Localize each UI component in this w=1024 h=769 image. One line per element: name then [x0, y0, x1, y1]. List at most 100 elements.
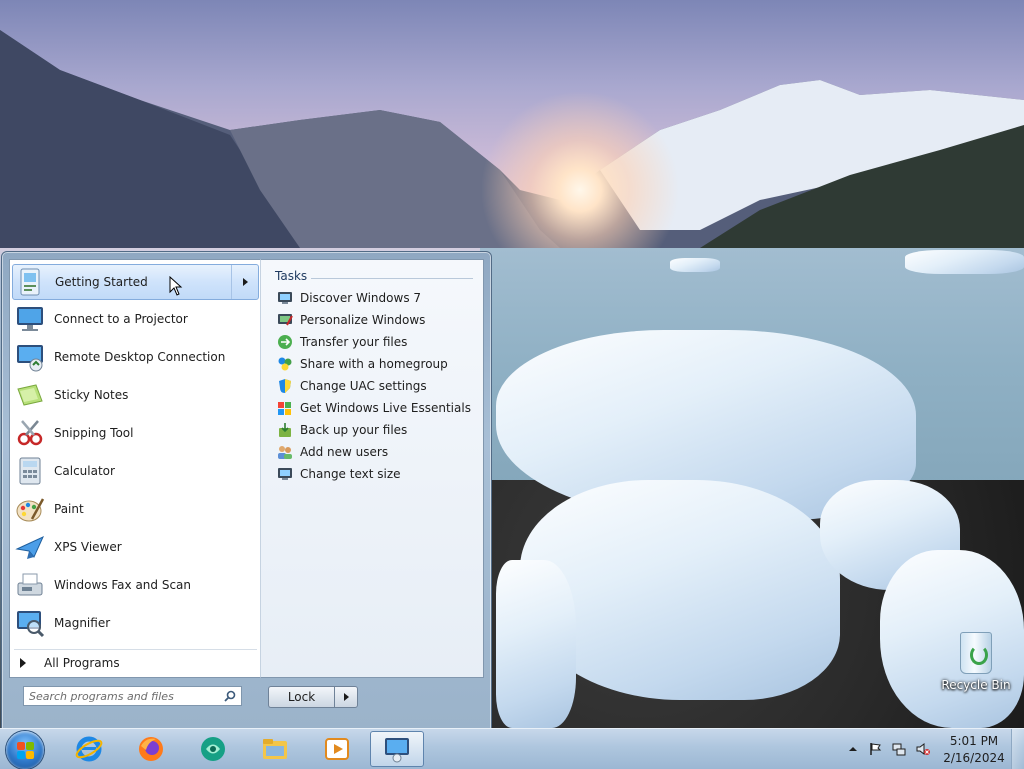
program-remote-desktop[interactable]: Remote Desktop Connection [12, 340, 259, 374]
program-label: XPS Viewer [54, 540, 122, 554]
sticky-notes-icon [14, 379, 46, 411]
task-label: Add new users [300, 445, 389, 459]
search-input[interactable] [29, 688, 219, 704]
program-label: Sticky Notes [54, 388, 129, 402]
ice-block [496, 560, 576, 728]
task-discover-windows[interactable]: Discover Windows 7 [277, 288, 421, 308]
ice-floe [670, 258, 720, 272]
windows-flag-icon [278, 402, 291, 415]
windows-logo-icon [17, 742, 25, 750]
transfer-icon [278, 335, 292, 349]
text-size-icon [278, 468, 292, 480]
program-snipping-tool[interactable]: Snipping Tool [12, 416, 259, 450]
taskbar-green-app[interactable] [186, 731, 240, 767]
action-center-flag-icon[interactable] [868, 742, 882, 756]
recycle-bin-label: Recycle Bin [941, 678, 1011, 692]
all-programs-label: All Programs [44, 656, 120, 670]
windows-logo-part [26, 742, 34, 750]
program-sticky-notes[interactable]: Sticky Notes [12, 378, 259, 412]
program-xps-viewer[interactable]: XPS Viewer [12, 530, 259, 564]
task-personalize[interactable]: Personalize Windows [277, 310, 425, 330]
task-label: Personalize Windows [300, 313, 426, 327]
volume-muted-icon[interactable] [916, 742, 930, 756]
program-magnifier[interactable]: Magnifier [12, 606, 259, 640]
shutdown-options-button[interactable] [334, 686, 358, 708]
search-icon[interactable] [224, 690, 236, 702]
recycle-bin-icon [960, 632, 992, 674]
paint-icon [14, 493, 46, 525]
program-label: Windows Fax and Scan [54, 578, 192, 592]
taskbar: 5:01 PM 2/16/2024 [0, 728, 1024, 769]
media-player-icon [325, 738, 349, 760]
program-fax-scan[interactable]: Windows Fax and Scan [12, 568, 259, 602]
windows-logo-part [26, 751, 34, 759]
task-windows-live[interactable]: Get Windows Live Essentials [277, 398, 471, 418]
program-label: Snipping Tool [54, 426, 134, 440]
program-label: Calculator [54, 464, 115, 478]
program-label: Remote Desktop Connection [54, 350, 226, 364]
program-calculator[interactable]: Calculator [12, 454, 259, 488]
getting-started-icon [385, 738, 409, 763]
task-label: Transfer your files [300, 335, 408, 349]
task-backup[interactable]: Back up your files [277, 420, 407, 440]
ice-floe [905, 250, 1024, 274]
snipping-tool-icon [14, 417, 46, 449]
taskbar-getting-started[interactable] [370, 731, 424, 767]
task-text-size[interactable]: Change text size [277, 464, 401, 484]
getting-started-icon [15, 266, 47, 298]
calculator-icon [14, 455, 46, 487]
task-label: Change text size [300, 467, 401, 481]
tasks-header: Tasks [275, 269, 308, 283]
show-desktop-button[interactable] [1011, 729, 1024, 769]
personalize-icon [278, 314, 293, 326]
mouse-cursor-icon [169, 276, 183, 296]
chevron-right-icon [242, 278, 248, 286]
search-field[interactable] [23, 686, 242, 706]
all-programs-button[interactable]: All Programs [12, 652, 259, 674]
jump-list-arrow[interactable] [231, 265, 258, 299]
users-icon [278, 446, 292, 459]
program-connect-projector[interactable]: Connect to a Projector [12, 302, 259, 336]
taskbar-media-player[interactable] [310, 731, 364, 767]
fax-scan-icon [14, 569, 46, 601]
programs-pane: Getting Started Connect to a Projector R… [9, 259, 261, 678]
tasks-pane: Tasks Discover Windows 7 Personalize Win… [260, 259, 484, 678]
taskbar-windows-explorer[interactable] [248, 731, 302, 767]
divider [14, 649, 257, 650]
task-add-users[interactable]: Add new users [277, 442, 388, 462]
xps-viewer-icon [14, 531, 46, 563]
task-transfer-files[interactable]: Transfer your files [277, 332, 407, 352]
internet-explorer-icon [75, 736, 103, 762]
homegroup-icon [278, 357, 292, 371]
program-label: Paint [54, 502, 84, 516]
shutdown-group: Lock [268, 686, 359, 708]
task-label: Back up your files [300, 423, 408, 437]
clock-time: 5:01 PM [949, 734, 999, 748]
lock-button[interactable]: Lock [268, 686, 334, 708]
task-label: Discover Windows 7 [300, 291, 422, 305]
task-homegroup[interactable]: Share with a homegroup [277, 354, 448, 374]
magnifier-icon [14, 607, 46, 639]
start-button[interactable] [6, 731, 44, 769]
folder-icon [263, 739, 287, 759]
task-label: Change UAC settings [300, 379, 427, 393]
start-menu: Getting Started Connect to a Projector R… [1, 251, 492, 730]
program-label: Getting Started [55, 275, 148, 289]
program-getting-started[interactable]: Getting Started [12, 264, 259, 300]
taskbar-internet-explorer[interactable] [62, 731, 116, 767]
show-hidden-icons-icon[interactable] [846, 742, 860, 756]
system-clock[interactable]: 5:01 PM 2/16/2024 [943, 733, 1005, 767]
remote-desktop-icon [14, 341, 46, 373]
windows-logo-part [17, 751, 25, 759]
network-icon[interactable] [892, 742, 906, 756]
taskbar-firefox[interactable] [124, 731, 178, 767]
program-paint[interactable]: Paint [12, 492, 259, 526]
firefox-icon [139, 737, 163, 761]
recycle-bin-desktop-icon[interactable]: Recycle Bin [940, 632, 1012, 692]
backup-icon [279, 423, 291, 437]
projector-icon [14, 303, 46, 335]
task-uac-settings[interactable]: Change UAC settings [277, 376, 427, 396]
task-label: Get Windows Live Essentials [300, 401, 471, 415]
green-app-icon [201, 737, 225, 761]
chevron-right-icon [20, 658, 26, 668]
